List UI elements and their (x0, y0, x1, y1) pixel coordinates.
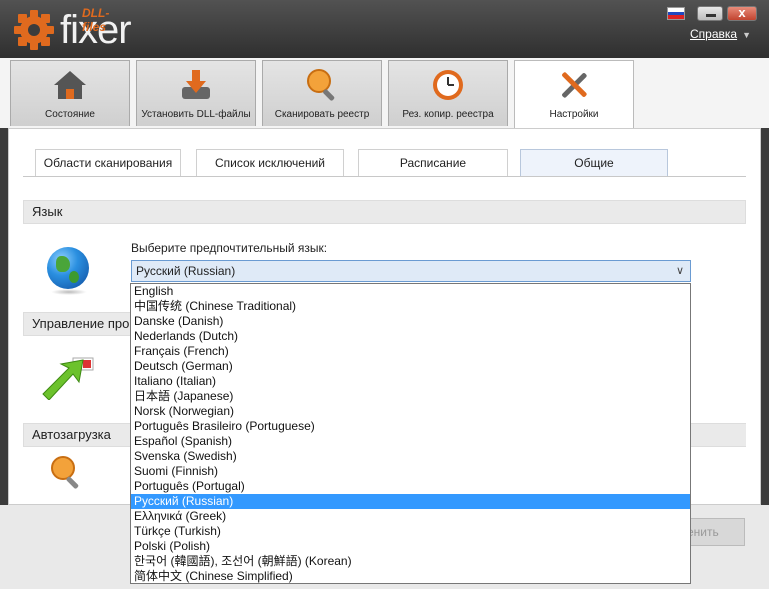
language-dropdown-list[interactable]: English 中国传统 (Chinese Traditional) Danske … (130, 283, 691, 584)
chevron-down-icon: ▼ (742, 30, 751, 40)
language-option[interactable]: Svenska (Swedish) (131, 449, 690, 464)
tab-status[interactable]: Состояние (10, 60, 130, 126)
apply-button-label: енить (687, 525, 719, 539)
tab-label: Рез. копир. реестра (402, 109, 494, 120)
language-option[interactable]: Norsk (Norwegian) (131, 404, 690, 419)
subtab-divider (23, 176, 746, 177)
language-option[interactable]: Türkçe (Turkish) (131, 524, 690, 539)
magnifier-icon (307, 69, 335, 101)
logo-dll-text: DLL-files (82, 6, 110, 34)
language-option[interactable]: Suomi (Finnish) (131, 464, 690, 479)
language-option[interactable]: Español (Spanish) (131, 434, 690, 449)
language-option[interactable]: 简体中文 (Chinese Simplified) (131, 569, 690, 584)
tab-label: Настройки (549, 109, 599, 120)
language-option[interactable]: 日本語 (Japanese) (131, 389, 690, 404)
language-option[interactable]: Português Brasileiro (Portuguese) (131, 419, 690, 434)
subtab-label: Общие (574, 156, 614, 170)
language-option[interactable]: Deutsch (German) (131, 359, 690, 374)
language-option[interactable]: Italiano (Italian) (131, 374, 690, 389)
globe-shadow (51, 289, 87, 295)
minimize-button[interactable] (697, 6, 723, 21)
tab-label: Сканировать реестр (274, 109, 370, 120)
window-controls: x (667, 5, 757, 21)
magnifier-icon (51, 456, 79, 489)
subtab-label: Области сканирования (43, 156, 173, 170)
subtab-schedule[interactable]: Расписание (358, 149, 508, 177)
subtab-label: Расписание (399, 156, 467, 170)
green-arrow-icon (42, 357, 94, 400)
language-option[interactable]: English (131, 284, 690, 299)
tools-icon (562, 72, 587, 98)
language-option[interactable]: 中国传统 (Chinese Traditional) (131, 299, 690, 314)
download-icon (182, 70, 210, 99)
help-label: Справка (690, 27, 738, 41)
subtab-exclusions[interactable]: Список исключений (196, 149, 344, 177)
section-management: Управление про (23, 312, 131, 336)
globe-icon (47, 247, 89, 289)
tab-label: Установить DLL-файлы (141, 109, 251, 120)
language-option[interactable]: Français (French) (131, 344, 690, 359)
close-icon: x (738, 5, 746, 20)
language-option[interactable]: Polski (Polish) (131, 539, 690, 554)
language-select[interactable]: Русский (Russian) ∨ (131, 260, 691, 282)
chevron-down-icon: ∨ (675, 265, 684, 277)
language-option[interactable]: Ελληνικά (Greek) (131, 509, 690, 524)
subtab-scan-areas[interactable]: Области сканирования (35, 149, 181, 177)
gear-logo-icon (14, 10, 54, 50)
language-prompt: Выберите предпочтительный язык: (131, 241, 328, 255)
language-select-value: Русский (Russian) (136, 264, 236, 278)
home-icon (54, 71, 86, 99)
language-option[interactable]: Português (Portugal) (131, 479, 690, 494)
close-button[interactable]: x (727, 5, 757, 21)
tab-scan-registry[interactable]: Сканировать реестр (262, 60, 382, 126)
russian-flag-icon[interactable] (667, 7, 685, 20)
section-language: Язык (23, 200, 746, 224)
tab-settings[interactable]: Настройки (514, 60, 634, 130)
language-option[interactable]: Русский (Russian) (131, 494, 690, 509)
title-bar: DLL-files fixer x Справка ▼ (0, 0, 769, 58)
subtab-general[interactable]: Общие (520, 149, 668, 177)
app-logo: DLL-files fixer (12, 6, 132, 54)
language-option[interactable]: Nederlands (Dutch) (131, 329, 690, 344)
main-tab-bar: Состояние Установить DLL-файлы Сканирова… (0, 58, 769, 130)
tab-install-dll[interactable]: Установить DLL-файлы (136, 60, 256, 126)
tab-label: Состояние (45, 109, 95, 120)
language-option[interactable]: Danske (Danish) (131, 314, 690, 329)
help-menu-link[interactable]: Справка ▼ (690, 27, 751, 41)
subtab-label: Список исключений (214, 156, 326, 170)
tab-registry-backup[interactable]: Рез. копир. реестра (388, 60, 508, 126)
language-option[interactable]: 한국어 (韓國語), 조선어 (朝鮮語) (Korean) (131, 554, 690, 569)
clock-backup-icon (433, 70, 463, 100)
